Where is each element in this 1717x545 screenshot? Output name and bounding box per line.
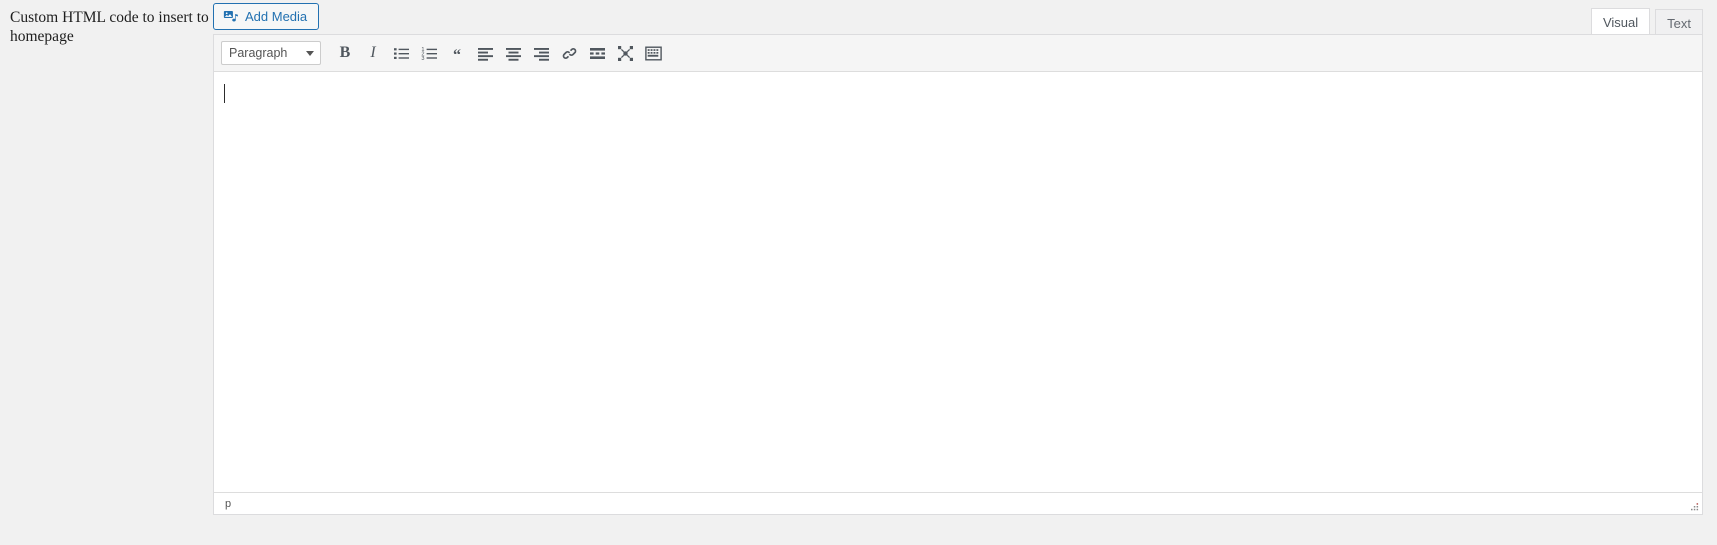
- editor-statusbar: p: [214, 492, 1702, 514]
- insert-link-button[interactable]: [555, 39, 583, 67]
- svg-text:3: 3: [421, 56, 424, 62]
- media-add-icon: [223, 9, 239, 25]
- mce-editor-container: Paragraph B I 1 2 3 “ p: [213, 34, 1703, 515]
- bold-icon: B: [339, 44, 351, 61]
- field-label: Custom HTML code to insert to homepage: [10, 9, 209, 46]
- fullscreen-button[interactable]: [611, 39, 639, 67]
- tab-visual[interactable]: Visual: [1590, 8, 1651, 36]
- add-media-label: Add Media: [245, 9, 308, 24]
- chevron-down-icon: [306, 50, 314, 56]
- resize-handle-icon[interactable]: [1688, 500, 1700, 512]
- text-cursor: [224, 84, 225, 103]
- tab-text[interactable]: Text: [1655, 9, 1703, 36]
- align-left-icon: [477, 45, 494, 62]
- wordpress-editor-page: Custom HTML code to insert to homepage A…: [0, 0, 1717, 545]
- unordered-list-icon: [393, 45, 410, 62]
- editor-media-bar: Add Media Visual Text: [213, 0, 1703, 36]
- read-more-button[interactable]: [583, 39, 611, 67]
- paragraph-format-select[interactable]: Paragraph: [221, 41, 321, 65]
- mce-toolbar: Paragraph B I 1 2 3 “: [214, 35, 1702, 72]
- link-icon: [561, 45, 578, 62]
- align-left-button[interactable]: [471, 39, 499, 67]
- blockquote-icon: “: [453, 47, 461, 64]
- blockquote-button[interactable]: “: [443, 39, 471, 67]
- element-path-p[interactable]: p: [220, 498, 231, 510]
- format-select-value: Paragraph: [229, 46, 288, 60]
- align-right-icon: [533, 45, 550, 62]
- ordered-list-icon: 1 2 3: [421, 45, 438, 62]
- italic-button[interactable]: I: [359, 39, 387, 67]
- editor-content-area[interactable]: [214, 72, 1702, 492]
- numbered-list-button[interactable]: 1 2 3: [415, 39, 443, 67]
- align-center-button[interactable]: [499, 39, 527, 67]
- add-media-button[interactable]: Add Media: [213, 3, 320, 30]
- insert-more-icon: [589, 45, 606, 62]
- align-center-icon: [505, 45, 522, 62]
- align-right-button[interactable]: [527, 39, 555, 67]
- bullet-list-button[interactable]: [387, 39, 415, 67]
- fullscreen-icon: [617, 45, 634, 62]
- italic-icon: I: [370, 44, 376, 61]
- editor-mode-tabs: Visual Text: [1586, 7, 1703, 36]
- bold-button[interactable]: B: [331, 39, 359, 67]
- editor-wrapper: Add Media Visual Text Paragraph B I 1 2 …: [213, 0, 1703, 530]
- toolbar-toggle-button[interactable]: [639, 39, 667, 67]
- keyboard-toolbar-toggle-icon: [644, 45, 662, 62]
